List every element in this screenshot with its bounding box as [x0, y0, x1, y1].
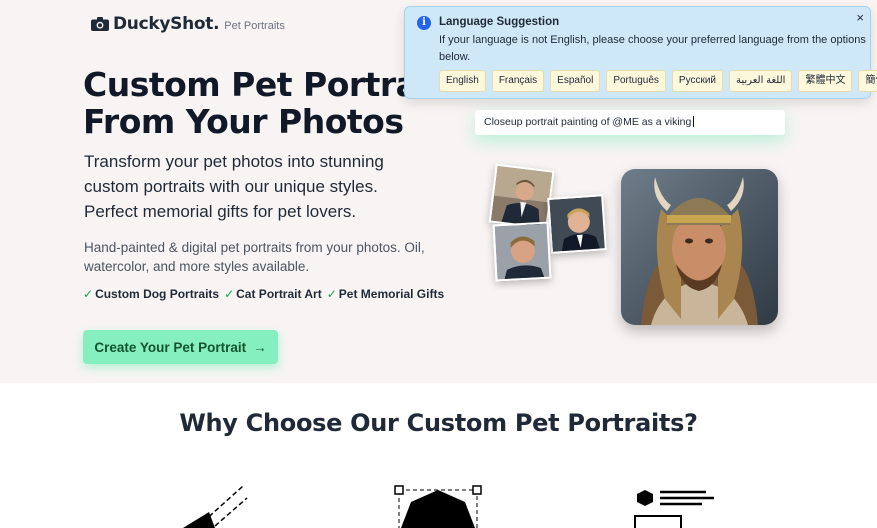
- text-cursor: [693, 116, 695, 127]
- source-photo-1: [488, 163, 555, 230]
- language-option-portuguese[interactable]: Português: [606, 70, 666, 92]
- arrow-right-icon: →: [253, 339, 267, 355]
- brand-tagline: Pet Portraits: [224, 19, 285, 32]
- source-photo-2: [547, 194, 607, 254]
- check-label: Pet Memorial Gifts: [338, 287, 445, 301]
- prompt-text: Closeup portrait painting of @ME as a vi…: [484, 116, 692, 128]
- info-icon: i: [417, 16, 431, 30]
- check-item: ✓ Pet Memorial Gifts: [327, 287, 444, 301]
- page-title-line2: From Your Photos: [83, 102, 404, 141]
- check-item: ✓ Cat Portrait Art: [224, 287, 322, 301]
- check-icon: ✓: [326, 287, 337, 301]
- check-item: ✓ Custom Dog Portraits: [83, 287, 219, 301]
- features-heading: Why Choose Our Custom Pet Portraits?: [179, 409, 698, 437]
- hero-lead: Transform your pet photos into stunning …: [84, 152, 384, 221]
- language-option-french[interactable]: Français: [491, 70, 545, 92]
- banner-title: Language Suggestion: [439, 16, 560, 28]
- check-label: Custom Dog Portraits: [95, 287, 220, 301]
- prompt-input[interactable]: Closeup portrait painting of @ME as a vi…: [475, 110, 785, 135]
- language-option-simplified-chinese[interactable]: 簡体中文: [858, 70, 877, 92]
- language-options: English Français Español Português Русск…: [439, 70, 877, 92]
- viking-portrait-result: [621, 169, 778, 325]
- language-suggestion-banner: i Language Suggestion If your language i…: [404, 6, 877, 99]
- brush-stroke-icon: [183, 485, 248, 528]
- source-photo-3: [492, 221, 552, 282]
- site-logo[interactable]: DuckyShot. Pet Portraits: [91, 14, 285, 34]
- create-portrait-label: Create Your Pet Portrait: [94, 339, 247, 355]
- document-layout-icon: [634, 490, 714, 528]
- close-icon[interactable]: ×: [856, 10, 864, 25]
- language-option-arabic[interactable]: اللغة العربية: [729, 70, 793, 92]
- language-option-english[interactable]: English: [439, 70, 486, 92]
- check-label: Cat Portrait Art: [236, 287, 322, 301]
- create-portrait-button[interactable]: Create Your Pet Portrait →: [83, 330, 278, 364]
- brand-name: DuckyShot.: [113, 14, 220, 34]
- check-icon: ✓: [83, 287, 94, 301]
- crop-selection-icon: [394, 485, 482, 528]
- hero-description: Hand-painted & digital pet portraits fro…: [84, 240, 425, 274]
- camera-icon: [91, 17, 109, 31]
- language-option-spanish[interactable]: Español: [550, 70, 601, 92]
- feature-checklist: ✓ Custom Dog Portraits ✓ Cat Portrait Art …: [83, 287, 449, 301]
- language-option-traditional-chinese[interactable]: 繁體中文: [798, 70, 853, 92]
- banner-message: If your language is not English, please …: [439, 34, 866, 63]
- language-option-russian[interactable]: Русский: [671, 70, 724, 92]
- check-icon: ✓: [224, 287, 235, 301]
